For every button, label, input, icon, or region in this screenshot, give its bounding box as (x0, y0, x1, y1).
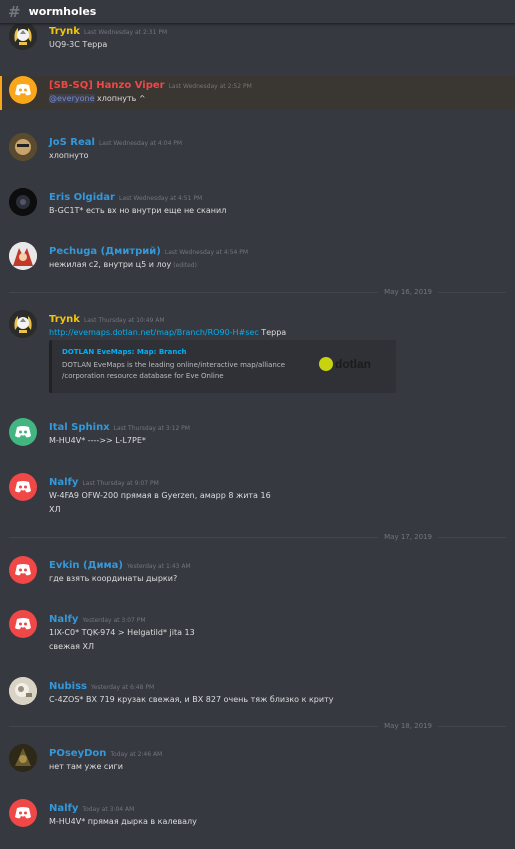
message: Ital Sphinx Last Thursday at 3:12 PM M-HU… (0, 418, 515, 447)
timestamp: Yesterday at 1:43 AM (127, 563, 191, 570)
avatar[interactable] (9, 133, 37, 161)
timestamp: Last Thursday at 10:49 AM (83, 317, 165, 324)
message-text: W-4FA9 OFW-200 прямая в Gyerzen, амарр 8… (49, 491, 271, 500)
edited-label: (edited) (173, 262, 197, 269)
message-text: UQ9-3C Терра (49, 40, 108, 49)
timestamp: Last Wednesday at 4:54 PM (164, 249, 249, 256)
date-divider: May 16, 2019 (9, 287, 506, 297)
discord-avatar-icon[interactable] (9, 610, 37, 638)
message: Nalfy Last Thursday at 9:07 PM W-4FA9 OFW… (0, 473, 515, 516)
message: Eris Olgidar Last Wednesday at 4:51 PM B-… (0, 188, 515, 217)
message-text: 1IX-C0* TQK-974 > Helgatild* jita 13 (49, 628, 195, 637)
message-text: M-HU4V* прямая дырка в калевалу (49, 817, 197, 826)
message-text: нет там уже сиги (49, 762, 123, 771)
timestamp: Last Wednesday at 4:04 PM (98, 140, 183, 147)
avatar[interactable] (9, 744, 37, 772)
username[interactable]: Pechuga (Дмитрий) (49, 246, 161, 257)
username[interactable]: JoS Real (49, 137, 95, 148)
message-text: B-GC1T* есть вх но внутри еще не сканил (49, 206, 227, 215)
avatar[interactable] (9, 242, 37, 270)
username[interactable]: Nalfy (49, 477, 78, 488)
discord-avatar-icon[interactable] (9, 418, 37, 446)
message: POseyDon Today at 2:46 AM нет там уже сиг… (0, 744, 515, 773)
message-feed: Trynk Last Wednesday at 2:31 PM UQ9-3C Те… (0, 0, 515, 849)
username[interactable]: Eris Olgidar (49, 192, 115, 203)
everyone-mention[interactable]: @everyone (49, 94, 95, 103)
message: Trynk Last Wednesday at 2:31 PM UQ9-3C Те… (0, 22, 515, 51)
username[interactable]: [SB-SQ] Hanzo Viper (49, 80, 165, 91)
message: Nalfy Yesterday at 3:07 PM 1IX-C0* TQK-97… (0, 610, 515, 653)
message-body: хлопнуть ^ (94, 94, 146, 103)
message: Evkin (Дима) Yesterday at 1:43 AM где взя… (0, 556, 515, 585)
message-text: ХЛ (49, 505, 61, 514)
discord-avatar-icon[interactable] (9, 473, 37, 501)
discord-avatar-icon[interactable] (9, 76, 37, 104)
discord-avatar-icon[interactable] (9, 799, 37, 827)
timestamp: Last Thursday at 9:07 PM (82, 480, 159, 487)
divider-date: May 18, 2019 (378, 721, 438, 731)
username[interactable]: Trynk (49, 26, 80, 37)
dotlan-logo: dotlan (319, 357, 371, 371)
timestamp: Last Wednesday at 2:31 PM (83, 29, 168, 36)
channel-header: # wormholes (0, 0, 515, 24)
timestamp: Today at 3:04 AM (82, 806, 135, 813)
message-text: C-4ZOS* BX 719 крузак свежая, и BX 827 о… (49, 695, 334, 704)
message-text: @everyone хлопнуть ^ (49, 92, 515, 105)
message-text: где взять координаты дырки? (49, 574, 178, 583)
message-text: M-HU4V* ---->> L-L7PE* (49, 436, 146, 445)
message-text: нежилая с2, внутри ц5 и лоу (edited) (49, 258, 515, 272)
avatar[interactable] (9, 677, 37, 705)
timestamp: Last Wednesday at 2:52 PM (168, 83, 252, 90)
message: Pechuga (Дмитрий) Last Wednesday at 4:54 … (0, 242, 515, 272)
date-divider: May 18, 2019 (9, 721, 506, 731)
embed-description: DOTLAN EveMaps is the leading online/int… (62, 361, 286, 380)
username[interactable]: Ital Sphinx (49, 422, 110, 433)
message-text: свежая ХЛ (49, 642, 94, 651)
message: JoS Real Last Wednesday at 4:04 PM хлопну… (0, 133, 515, 162)
avatar[interactable] (9, 188, 37, 216)
divider-date: May 17, 2019 (378, 532, 438, 542)
message-link[interactable]: http://evemaps.dotlan.net/map/Branch/RO9… (49, 328, 259, 337)
message-body: нежилая с2, внутри ц5 и лоу (49, 260, 172, 269)
discord-avatar-icon[interactable] (9, 556, 37, 584)
message-text: http://evemaps.dotlan.net/map/Branch/RO9… (49, 326, 515, 339)
message: Nubiss Yesterday at 6:48 PM C-4ZOS* BX 71… (0, 677, 515, 706)
svg-text:dotlan: dotlan (335, 357, 371, 371)
message: Trynk Last Thursday at 10:49 AM http://ev… (0, 310, 515, 339)
message-mention: [SB-SQ] Hanzo Viper Last Wednesday at 2:5… (0, 76, 515, 110)
divider-date: May 16, 2019 (378, 287, 438, 297)
timestamp: Last Wednesday at 4:51 PM (118, 195, 203, 202)
message-body: Терра (258, 328, 287, 337)
message-text: хлопнуто (49, 151, 89, 160)
timestamp: Last Thursday at 3:12 PM (113, 425, 190, 432)
timestamp: Today at 2:46 AM (110, 751, 163, 758)
message: Nalfy Today at 3:04 AM M-HU4V* прямая дыр… (0, 799, 515, 828)
username[interactable]: Nubiss (49, 681, 87, 692)
link-embed: DOTLAN EveMaps: Map: Branch DOTLAN EveMa… (49, 340, 396, 393)
hash-icon: # (8, 2, 21, 21)
timestamp: Yesterday at 3:07 PM (82, 617, 146, 624)
date-divider: May 17, 2019 (9, 532, 506, 542)
avatar[interactable] (9, 22, 37, 50)
channel-name: wormholes (28, 5, 97, 18)
timestamp: Yesterday at 6:48 PM (90, 684, 155, 691)
username[interactable]: Evkin (Дима) (49, 560, 123, 571)
username[interactable]: Nalfy (49, 614, 78, 625)
username[interactable]: POseyDon (49, 748, 106, 759)
avatar[interactable] (9, 310, 37, 338)
username[interactable]: Nalfy (49, 803, 78, 814)
username[interactable]: Trynk (49, 314, 80, 325)
